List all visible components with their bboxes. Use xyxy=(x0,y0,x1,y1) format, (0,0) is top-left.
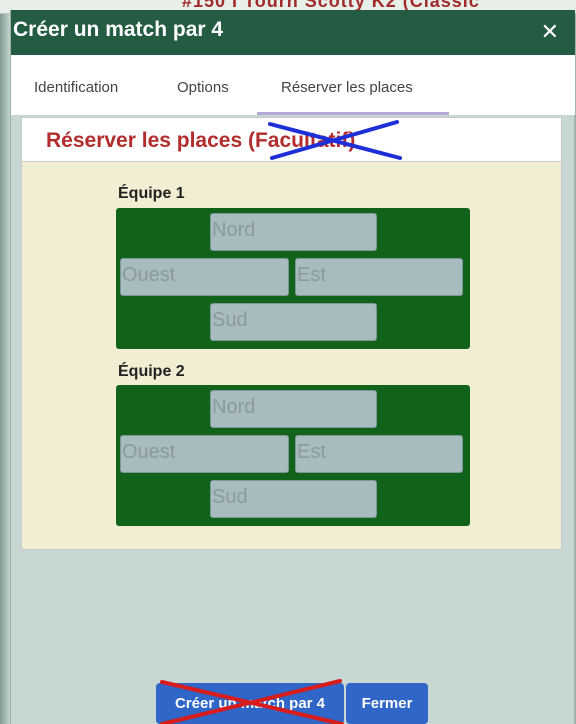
dialog-title: Créer un match par 4 xyxy=(13,18,224,41)
strikethrough-x-mark-button xyxy=(160,679,344,724)
reserve-seats-panel: Réserver les places (Facultatif) Équipe … xyxy=(21,117,562,550)
team-2-court: Nord Ouest Est Sud xyxy=(116,385,470,526)
create-match-dialog: Créer un match par 4 ✕ Identification Op… xyxy=(10,10,575,724)
team-2-south-seat[interactable]: Sud xyxy=(210,480,377,518)
team-2-north-seat[interactable]: Nord xyxy=(210,390,377,428)
background-left-edge xyxy=(0,14,10,724)
tab-reserve-seats[interactable]: Réserver les places xyxy=(281,79,413,96)
team-1-west-seat[interactable]: Ouest xyxy=(120,258,289,296)
panel-header: Réserver les places (Facultatif) xyxy=(22,118,561,162)
tab-identification[interactable]: Identification xyxy=(34,79,118,96)
team-1-label: Équipe 1 xyxy=(118,185,185,202)
close-button[interactable]: Fermer xyxy=(346,683,428,724)
team-1-court: Nord Ouest Est Sud xyxy=(116,208,470,349)
team-1-north-seat[interactable]: Nord xyxy=(210,213,377,251)
dialog-tabs: Identification Options Réserver les plac… xyxy=(11,55,575,115)
team-1-south-seat[interactable]: Sud xyxy=(210,303,377,341)
team-1-east-seat[interactable]: Est xyxy=(295,258,463,296)
active-tab-indicator xyxy=(257,112,449,115)
tab-options[interactable]: Options xyxy=(177,79,229,96)
strikethrough-x-mark xyxy=(268,120,402,160)
close-icon[interactable]: ✕ xyxy=(541,20,559,45)
team-2-west-seat[interactable]: Ouest xyxy=(120,435,289,473)
team-2-east-seat[interactable]: Est xyxy=(295,435,463,473)
team-2-label: Équipe 2 xyxy=(118,363,185,380)
dialog-titlebar: Créer un match par 4 ✕ xyxy=(11,10,575,55)
